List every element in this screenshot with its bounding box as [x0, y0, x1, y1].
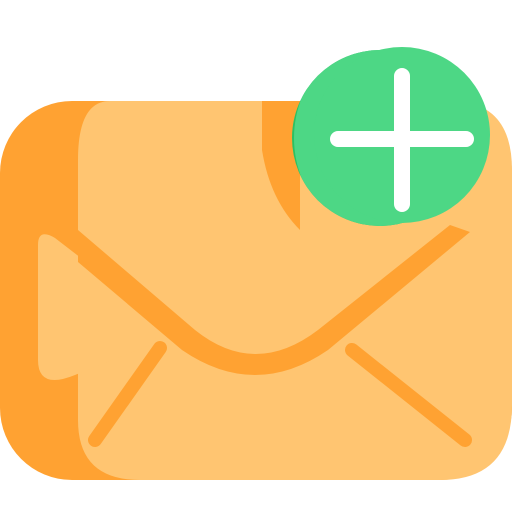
- plus-horizontal: [330, 131, 474, 147]
- add-mail-icon: [0, 0, 512, 512]
- add-mail-svg: [0, 47, 512, 480]
